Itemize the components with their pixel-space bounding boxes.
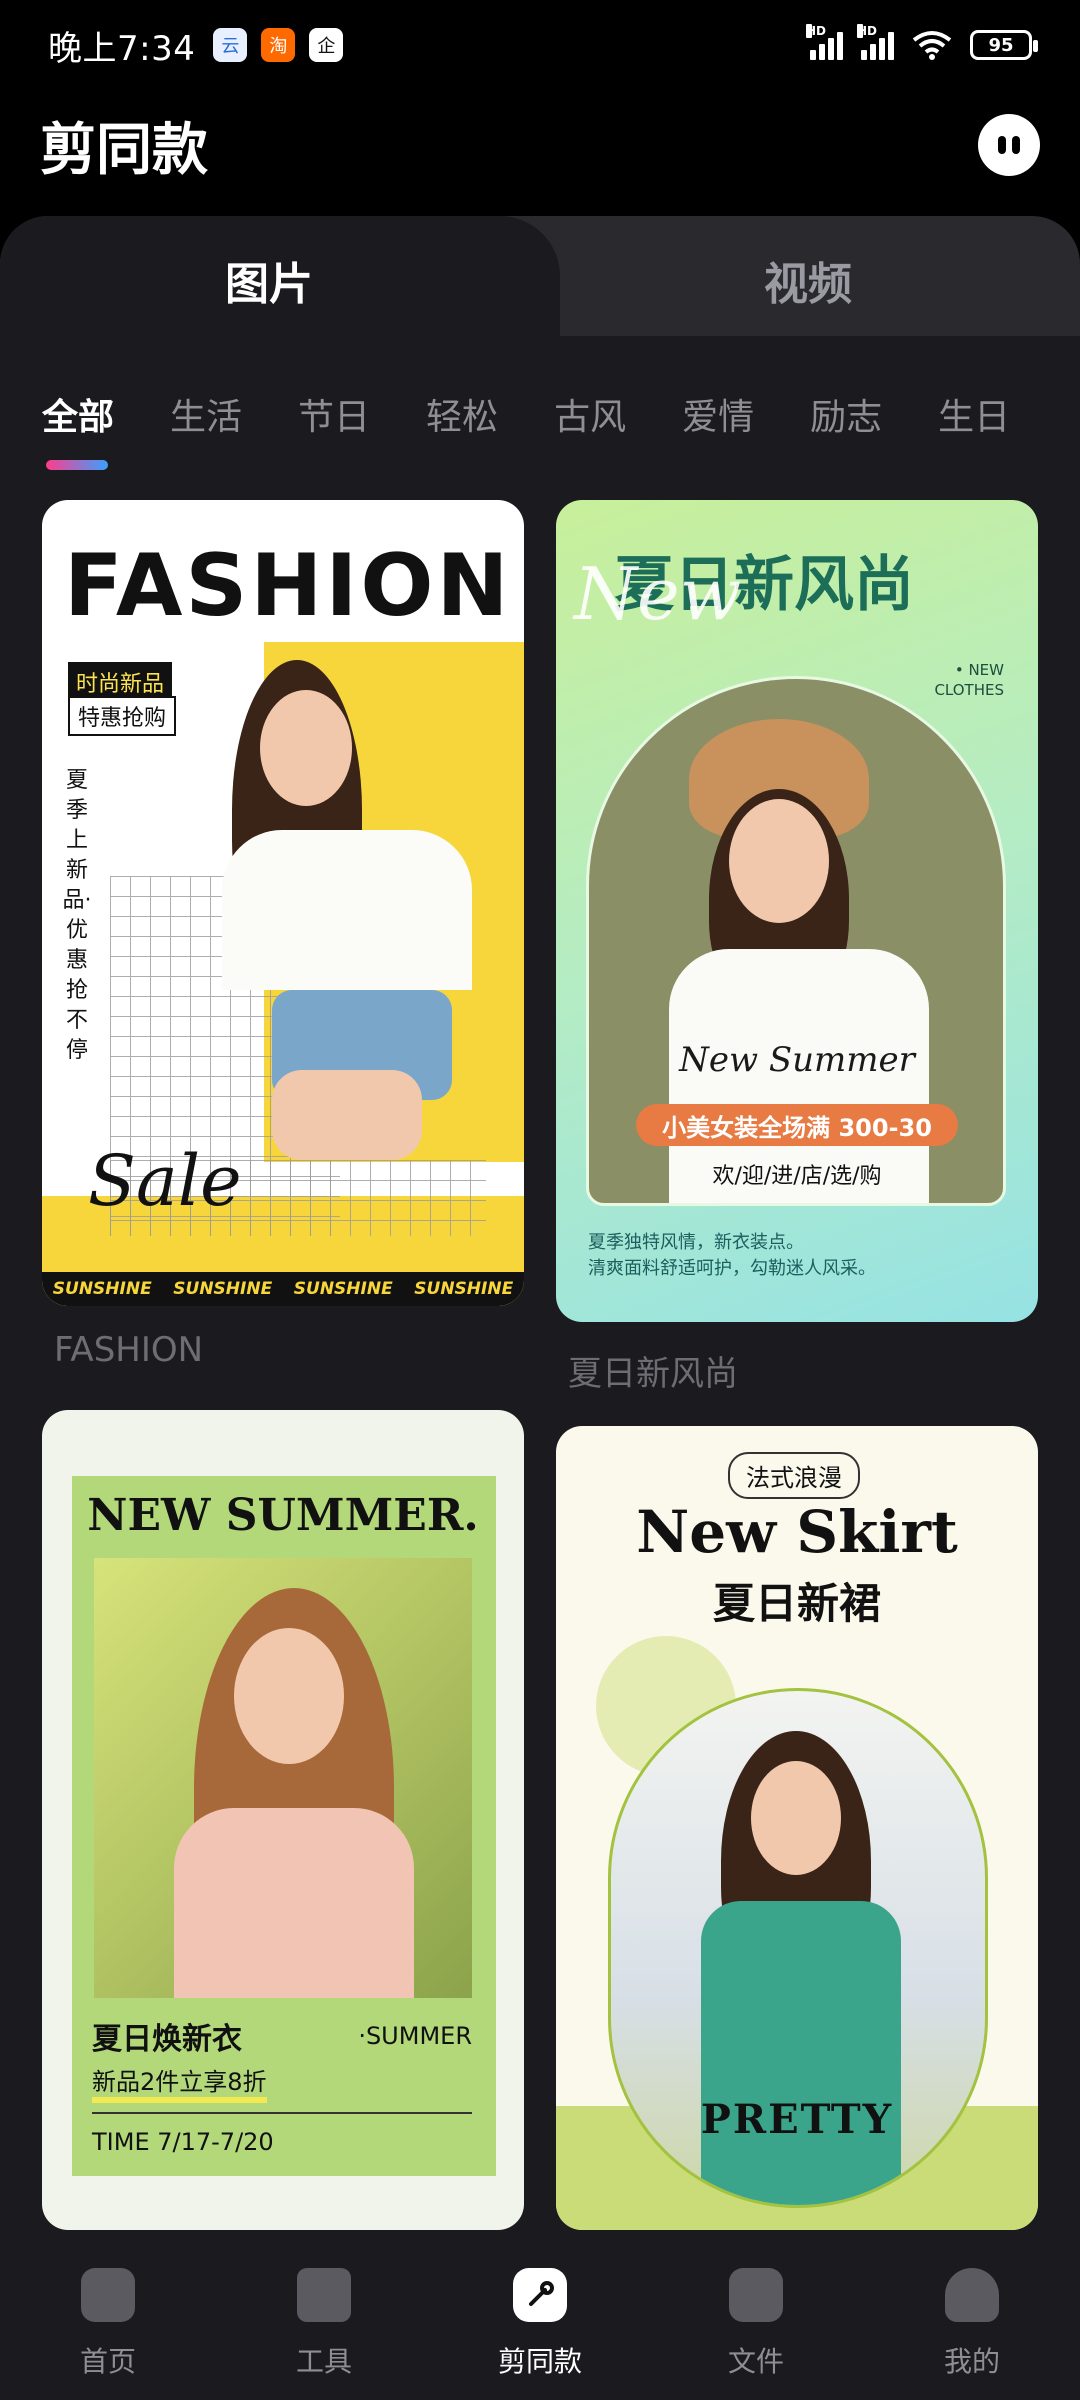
template-card-new-skirt[interactable]: 法式浪漫 New Skirt 夏日新裙 PRETTY	[556, 1426, 1038, 2230]
poster-bottom-text: PRETTY	[700, 2096, 894, 2143]
poster-title: NEW SUMMER.	[87, 1490, 479, 1541]
poster-footer: SUNSHINE SUNSHINE SUNSHINE SUNSHINE	[42, 1272, 524, 1306]
poster-headline: 夏日焕新衣	[92, 2022, 242, 2057]
card-caption: FASHION	[54, 1330, 204, 1370]
category-festival[interactable]: 节日	[298, 388, 370, 440]
message-button[interactable]	[978, 114, 1040, 176]
taobao-app-icon: 淘	[261, 28, 296, 62]
poster-welcome: 欢/迎/进/店/选/购	[712, 1164, 882, 1189]
category-tabs: 全部 生活 节日 轻松 古风 爱情 励志 生日	[42, 388, 1010, 440]
template-card-summer-style[interactable]: 夏日新风尚 New • NEW CLOTHES New Summer 小美女装全…	[556, 500, 1038, 1322]
nav-home[interactable]: 首页	[28, 2268, 188, 2400]
battery-icon: 95	[970, 30, 1038, 60]
poster-title: FASHION	[64, 536, 512, 636]
home-icon	[81, 2268, 135, 2322]
category-all[interactable]: 全部	[42, 388, 114, 440]
nav-label: 文件	[727, 2345, 784, 2378]
card-caption: 夏日新风尚	[568, 1354, 738, 1394]
status-bar: 晚上7:34 云 淘 企 HD HD 95	[0, 0, 1080, 90]
folder-icon	[729, 2268, 783, 2322]
poster-date: TIME 7/17-7/20	[92, 2128, 274, 2156]
status-indicators: HD HD 95	[806, 24, 1038, 60]
app-header: 剪同款	[40, 100, 1040, 190]
category-love[interactable]: 爱情	[682, 388, 754, 440]
nav-profile[interactable]: 我的	[892, 2268, 1052, 2400]
qq-app-icon: 企	[309, 28, 344, 62]
template-card-fashion[interactable]: FASHION 时尚新品 特惠抢购 夏季上新品·优惠抢不停 Sale SUNSH…	[42, 500, 524, 1306]
model-photo	[212, 650, 512, 1160]
category-indicator	[46, 460, 108, 470]
signal-icon: HD	[806, 24, 843, 60]
page-title: 剪同款	[40, 117, 208, 183]
category-life[interactable]: 生活	[170, 388, 242, 440]
nav-files[interactable]: 文件	[676, 2268, 836, 2400]
template-card-new-summer[interactable]: NEW SUMMER. 夏日焕新衣 ·SUMMER 新品2件立享8折 TIME …	[42, 1410, 524, 2230]
model-photo	[94, 1558, 472, 1998]
poster-badge: 法式浪漫	[728, 1452, 860, 1499]
bottom-navigation: 首页 工具 剪同款 文件 我的	[0, 2230, 1080, 2400]
poster-script: Sale	[88, 1140, 242, 1222]
status-time: 晚上7:34	[48, 28, 196, 69]
nav-label: 我的	[943, 2345, 1000, 2378]
template-icon	[513, 2268, 567, 2322]
signal-icon-2: HD	[857, 24, 894, 60]
status-notification-icons: 云 淘 企	[213, 28, 344, 62]
poster-subtitle: New Summer	[679, 1040, 915, 1080]
category-birthday[interactable]: 生日	[938, 388, 1010, 440]
category-ancient[interactable]: 古风	[554, 388, 626, 440]
tools-icon	[297, 2268, 351, 2322]
cloud-app-icon: 云	[213, 28, 248, 62]
poster-tag: 特惠抢购	[68, 696, 177, 736]
category-relaxed[interactable]: 轻松	[426, 388, 498, 440]
poster-offer: 新品2件立享8折	[92, 2062, 267, 2103]
poster-vertical-text: 夏季上新品·优惠抢不停	[62, 768, 92, 1063]
category-inspire[interactable]: 励志	[810, 388, 882, 440]
nav-tools[interactable]: 工具	[244, 2268, 404, 2400]
poster-description: 夏季独特风情，新衣装点。 清爽面料舒适呵护，勾勒迷人风采。	[588, 1232, 876, 1279]
nav-label: 首页	[79, 2345, 136, 2378]
message-icon	[998, 136, 1006, 154]
poster-subtitle: 夏日新裙	[712, 1579, 881, 1628]
promo-badge: 小美女装全场满 300-30	[636, 1104, 958, 1146]
nav-label: 工具	[295, 2345, 352, 2378]
wifi-icon	[912, 31, 952, 60]
poster-title: New Skirt	[636, 1498, 958, 1566]
media-type-tabs: 图片 视频	[0, 216, 1080, 336]
nav-label: 剪同款	[497, 2345, 582, 2378]
poster-corner-text: • NEW CLOTHES	[934, 661, 1004, 699]
nav-templates[interactable]: 剪同款	[460, 2268, 620, 2400]
profile-icon	[945, 2268, 999, 2322]
tab-images[interactable]: 图片	[225, 248, 313, 312]
poster-script: New	[574, 552, 742, 636]
template-feed[interactable]: 全部 生活 节日 轻松 古风 爱情 励志 生日 FASHION 时尚新品 特惠抢…	[0, 336, 1080, 2230]
battery-level: 95	[988, 34, 1014, 56]
poster-tagline: ·SUMMER	[358, 2022, 472, 2050]
tab-videos[interactable]: 视频	[764, 248, 852, 312]
